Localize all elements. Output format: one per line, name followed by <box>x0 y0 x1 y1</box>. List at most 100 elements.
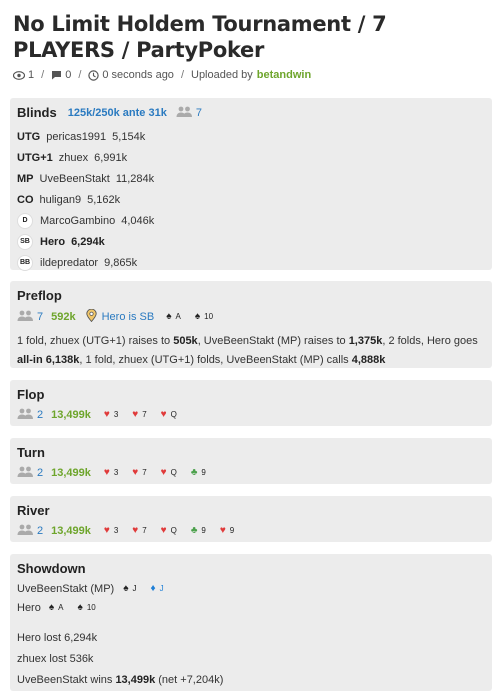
showdown-panel: Showdown UveBeenStakt (MP) ♠ J ♦ J Hero ♠ A… <box>10 554 492 691</box>
action-amount: 505k <box>173 335 198 347</box>
showdown-hand: UveBeenStakt (MP) ♠ J ♦ J <box>17 579 485 598</box>
heart-icon: ♥ <box>132 525 139 536</box>
players-count: 2 <box>17 408 43 422</box>
seat-position: UTG <box>17 130 41 143</box>
seat-name: ildepredator <box>40 256 99 269</box>
showdown-hand: Hero ♠ A ♠ 10 <box>17 598 485 617</box>
card-rank: 9 <box>201 468 206 477</box>
players-count-value: 2 <box>37 408 44 421</box>
title-line-2: PLAYERS / PartyPoker <box>13 38 265 62</box>
time-ago: 0 seconds ago <box>102 69 174 81</box>
players-count-value: 2 <box>37 466 44 479</box>
seat-name: huligan9 <box>39 193 82 206</box>
heart-icon: ♥ <box>132 409 139 420</box>
card-rank: 9 <box>201 526 206 535</box>
flop-title: Flop <box>17 387 45 402</box>
card-rank: 10 <box>204 312 214 321</box>
seat-stack: 5,162k <box>87 193 121 206</box>
heart-icon: ♥ <box>103 409 110 420</box>
board-card: ♥ 3 <box>104 525 118 536</box>
seat-position: CO <box>17 193 34 206</box>
players-icon <box>17 466 37 480</box>
seat-stack: 9,865k <box>104 256 138 269</box>
seat-name: zhuex <box>58 151 89 164</box>
river-summary: 2 13,499k ♥ 3 ♥ 7 ♥ Q ♣ 9 ♥ 9 <box>17 520 485 541</box>
spade-icon: ♠ <box>123 583 129 594</box>
comments-count[interactable]: 0 <box>65 69 71 81</box>
card-rank: 3 <box>113 468 119 477</box>
preflop-panel: Preflop 7 592k Hero is SB ♠ A ♠ 10 1 fold,… <box>10 281 492 368</box>
action-text: , 1 fold, zhuex (UTG+1) folds, UveBeenSt… <box>79 354 352 366</box>
clock-icon <box>88 69 102 81</box>
seat-row: CO huligan9 5,162k <box>17 189 485 210</box>
card-rank: 10 <box>86 603 96 612</box>
pot-size: 13,499k <box>51 466 91 479</box>
seat-stack: 5,154k <box>112 130 146 143</box>
seat-stack: 4,046k <box>121 214 155 227</box>
dealer-button-chip: D <box>17 212 33 229</box>
players-icon <box>176 106 196 120</box>
preflop-action: 1 fold, zhuex (UTG+1) raises to 505k, Uv… <box>17 332 485 370</box>
pot-size: 592k <box>51 310 76 323</box>
net-result: (net +7,204k) <box>155 673 224 686</box>
blinds-panel: Blinds 125k/250k ante 31k 7 UTG pericas19… <box>10 98 492 273</box>
action-text: , UveBeenStakt (MP) raises to <box>197 335 349 347</box>
seat-position: MP <box>17 172 34 185</box>
players-count-value: 7 <box>37 310 44 323</box>
card-rank: Q <box>170 468 177 477</box>
board-card: ♣ 9 <box>191 467 206 478</box>
spade-icon: ♠ <box>166 311 172 322</box>
card-rank: 7 <box>142 526 147 535</box>
heart-icon: ♥ <box>160 409 167 420</box>
flop-panel: Flop 2 13,499k ♥ 3 ♥ 7 ♥ Q <box>10 380 492 426</box>
uploader-link[interactable]: betandwin <box>257 69 311 81</box>
big-blind-chip: BB <box>17 254 33 271</box>
river-title: River <box>17 503 50 518</box>
showdown-results: Hero lost 6,294k zhuex lost 536k UveBeen… <box>17 627 485 690</box>
heart-icon: ♥ <box>103 467 110 478</box>
page-title: No Limit Holdem Tournament / 7 PLAYERS /… <box>0 0 499 63</box>
hole-card: ♠ 10 <box>195 311 213 322</box>
blinds-title: Blinds <box>17 105 57 120</box>
board-card: ♥ Q <box>161 467 177 478</box>
seat-stack: 6,294k <box>71 235 105 248</box>
players-count-value: 7 <box>195 107 202 119</box>
players-icon <box>17 408 37 422</box>
player-label: UveBeenStakt (MP) <box>17 582 115 595</box>
card-rank: Q <box>170 410 177 419</box>
hole-card: ♦ J <box>151 583 164 594</box>
result-line: Hero lost 6,294k <box>17 631 98 644</box>
players-icon <box>17 310 37 324</box>
preflop-title: Preflop <box>17 288 62 303</box>
views-count: 1 <box>28 69 35 81</box>
board-card: ♥ 7 <box>132 467 146 478</box>
hero-position: Hero is SB <box>85 308 154 325</box>
hole-card: ♠ J <box>123 583 136 594</box>
pot-size: 13,499k <box>51 408 91 421</box>
board-card: ♥ 3 <box>104 409 118 420</box>
card-rank: 7 <box>142 468 147 477</box>
seat-row: BB ildepredator 9,865k <box>17 252 485 273</box>
showdown-title: Showdown <box>17 561 86 576</box>
card-rank: 9 <box>229 526 235 535</box>
board-card: ♥ Q <box>161 409 177 420</box>
blinds-level: 125k/250k ante 31k <box>67 107 167 119</box>
turn-title: Turn <box>17 445 45 460</box>
players-icon <box>17 524 37 538</box>
seat-stack: 11,284k <box>115 172 155 185</box>
seat-name: MarcoGambino <box>40 214 116 227</box>
seat-row: UTG+1 zhuex 6,991k <box>17 147 485 168</box>
spade-icon: ♠ <box>48 602 55 613</box>
players-count: 7 <box>17 310 43 324</box>
action-text: , 2 folds, Hero goes <box>382 335 478 347</box>
hole-card: ♠ A <box>166 311 181 322</box>
river-panel: River 2 13,499k ♥ 3 ♥ 7 ♥ Q ♣ 9 ♥ 9 <box>10 496 492 542</box>
seat-name: pericas1991 <box>46 130 107 143</box>
seat-row: SB Hero 6,294k <box>17 231 485 252</box>
board-card: ♥ 7 <box>132 409 146 420</box>
seat-row: UTG pericas1991 5,154k <box>17 126 485 147</box>
card-rank: 7 <box>142 410 147 419</box>
all-in-label: all-in <box>17 354 43 366</box>
meta-separator: / <box>180 69 184 81</box>
uploaded-label: Uploaded by <box>191 69 253 81</box>
